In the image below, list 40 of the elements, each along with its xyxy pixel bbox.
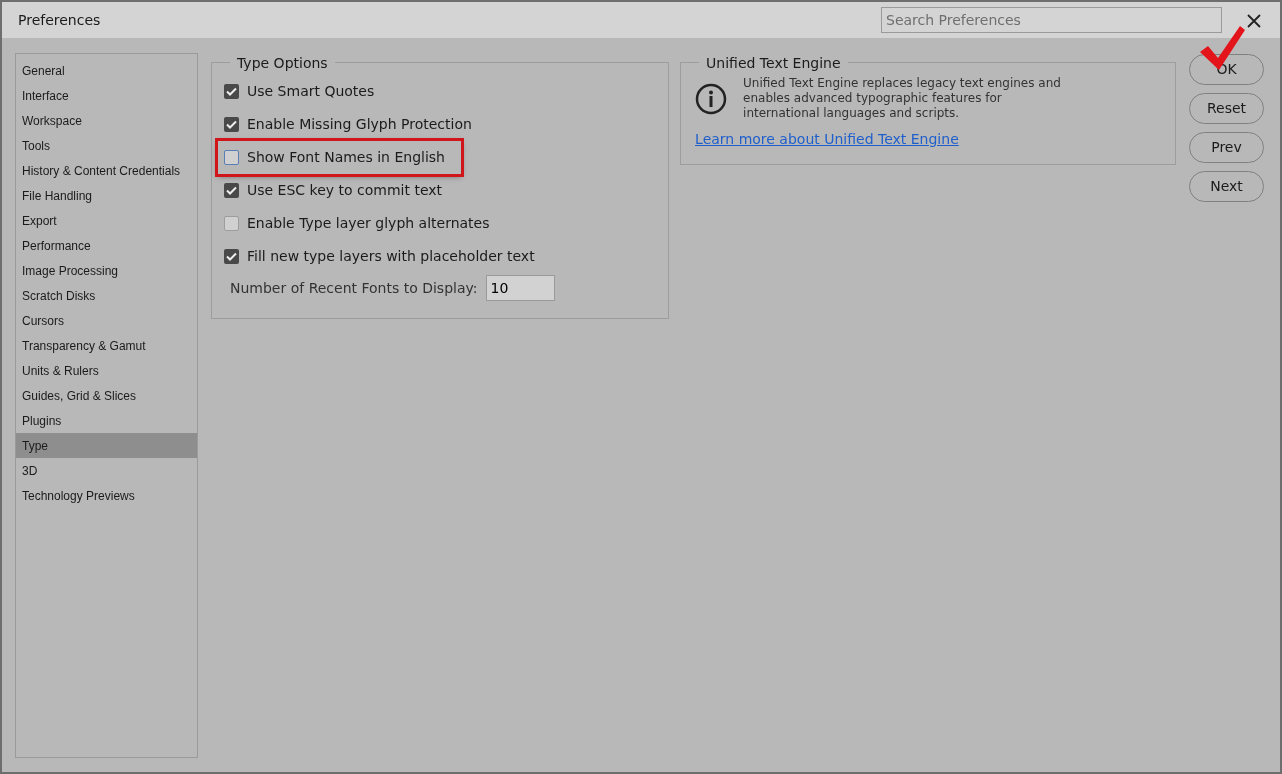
dialog-button[interactable]: Next	[1189, 171, 1264, 202]
checkbox[interactable]	[224, 249, 239, 264]
checkbox[interactable]	[224, 183, 239, 198]
sidebar-item[interactable]: Image Processing	[16, 258, 197, 283]
sidebar-item[interactable]: Cursors	[16, 308, 197, 333]
sidebar-item[interactable]: 3D	[16, 458, 197, 483]
dialog-button[interactable]: Reset	[1189, 93, 1264, 124]
sidebar-item[interactable]: Plugins	[16, 408, 197, 433]
search-field[interactable]: Search Preferences	[881, 7, 1222, 33]
sidebar-item[interactable]: Technology Previews	[16, 483, 197, 508]
checkbox-option[interactable]: Use ESC key to commit text	[218, 174, 443, 207]
sidebar-item[interactable]: Tools	[16, 133, 197, 158]
sidebar-item[interactable]: Transparency & Gamut	[16, 333, 197, 358]
sidebar-item[interactable]: Scratch Disks	[16, 283, 197, 308]
number-field[interactable]: 10	[485, 275, 555, 301]
description-text: Unified Text Engine replaces legacy text engines and enables advanced typographic features for international languages and scripts.	[743, 76, 1062, 121]
window-title: Preferences	[18, 10, 101, 30]
checkbox[interactable]	[224, 117, 239, 132]
checkbox-option[interactable]: Show Font Names in English	[218, 141, 445, 174]
sidebar-item[interactable]: Units & Rulers	[16, 358, 197, 383]
info-icon	[695, 82, 728, 115]
checkbox-option[interactable]: Enable Missing Glyph Protection	[218, 108, 472, 141]
sidebar-item[interactable]: Guides, Grid & Slices	[16, 383, 197, 408]
sidebar-item[interactable]: Type	[16, 433, 197, 458]
sidebar-item[interactable]: History & Content Credentials	[16, 158, 197, 183]
sidebar-item[interactable]: Performance	[16, 233, 197, 258]
checkbox-option[interactable]: Fill new type layers with placeholder text	[218, 240, 535, 273]
checkbox[interactable]	[224, 150, 239, 165]
checkbox[interactable]	[224, 84, 239, 99]
checkbox-option[interactable]: Use Smart Quotes	[218, 75, 375, 108]
sidebar-item[interactable]: Export	[16, 208, 197, 233]
sidebar-item[interactable]: General	[16, 58, 197, 83]
checkbox[interactable]	[224, 216, 239, 231]
sidebar-item[interactable]: Workspace	[16, 108, 197, 133]
sidebar-item[interactable]: Interface	[16, 83, 197, 108]
close-icon	[1246, 13, 1262, 29]
dialog-button[interactable]: Prev	[1189, 132, 1264, 163]
checkbox-option[interactable]: Enable Type layer glyph alternates	[218, 207, 490, 240]
sidebar-item[interactable]: File Handling	[16, 183, 197, 208]
field-label: Number of Recent Fonts to Display:	[230, 278, 478, 298]
